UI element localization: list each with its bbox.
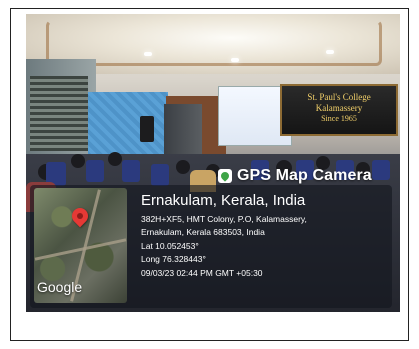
chair xyxy=(122,160,140,182)
college-banner: St. Paul's College Kalamassery Since 196… xyxy=(280,84,398,136)
location-pin-icon xyxy=(68,204,92,228)
location-title: Ernakulam, Kerala, India xyxy=(141,192,306,209)
map-pin-app-icon xyxy=(218,169,232,183)
location-details: Ernakulam, Kerala, India 382H+XF5, HMT C… xyxy=(141,192,386,280)
latitude: Lat 10.052453° xyxy=(141,240,199,251)
map-provider-label: Google xyxy=(37,279,83,295)
chair xyxy=(86,160,104,182)
chair xyxy=(151,164,169,186)
blue-tiled-wall xyxy=(88,92,168,162)
speaker-box xyxy=(140,116,154,142)
map-thumbnail: Google xyxy=(34,188,127,303)
ceiling-light xyxy=(231,58,239,62)
address-line-1: 382H+XF5, HMT Colony, P.O, Kalamassery, xyxy=(141,214,307,224)
banner-line-3: Since 1965 xyxy=(321,114,357,123)
audience-head xyxy=(176,160,190,174)
chair xyxy=(372,160,390,180)
ceiling-light xyxy=(326,50,334,54)
address-line-2: Ernakulam, Kerala 683503, India xyxy=(141,227,265,238)
ceiling-trim xyxy=(46,20,382,66)
window-louvres xyxy=(30,76,88,151)
banner-line-2: Kalamassery xyxy=(315,103,363,113)
ceiling-light xyxy=(144,52,152,56)
timestamp: 09/03/23 02:44 PM GMT +05:30 xyxy=(141,267,263,278)
gps-map-camera-badge: GPS Map Camera xyxy=(218,165,372,187)
audience-head xyxy=(71,154,85,168)
app-name: GPS Map Camera xyxy=(237,167,372,184)
audience-head xyxy=(108,152,122,166)
banner-line-1: St. Paul's College xyxy=(307,92,371,102)
longitude: Long 76.328443° xyxy=(141,254,206,265)
